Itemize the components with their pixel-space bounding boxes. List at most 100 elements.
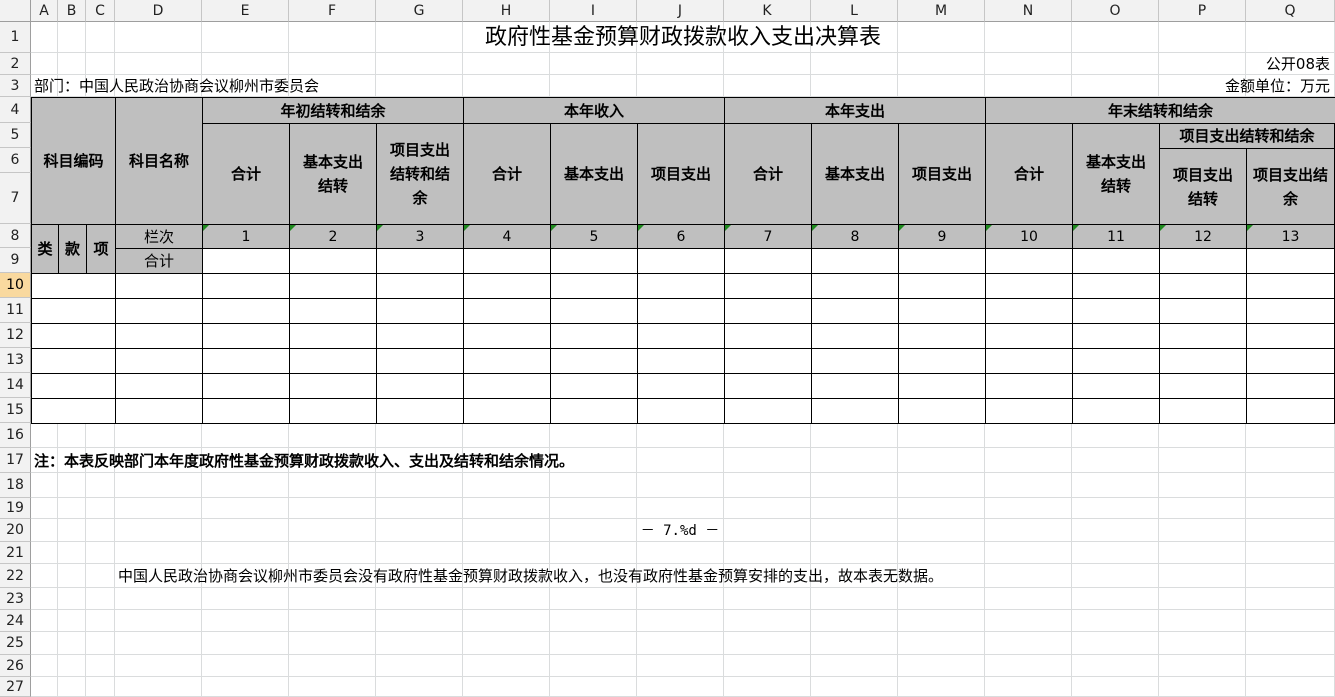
column-header-Q[interactable]: Q [1246, 0, 1335, 22]
column-label-2[interactable]: 基本支出结转 [289, 123, 377, 225]
data-cell[interactable] [1246, 273, 1335, 299]
class-label[interactable]: 类 [31, 224, 59, 274]
data-cell[interactable] [724, 273, 812, 299]
data-cell[interactable] [1159, 323, 1247, 349]
data-cell[interactable] [1072, 348, 1160, 374]
data-cell[interactable] [289, 398, 377, 424]
column-label-8[interactable]: 基本支出 [811, 123, 899, 225]
data-cell[interactable] [1072, 398, 1160, 424]
group-header-1[interactable]: 年初结转和结余 [202, 97, 464, 124]
data-cell-code[interactable] [31, 398, 116, 424]
data-cell[interactable] [811, 273, 899, 299]
row-header-11[interactable]: 11 [0, 298, 31, 323]
column-header-M[interactable]: M [898, 0, 985, 22]
column-label-4[interactable]: 合计 [463, 123, 551, 225]
data-cell[interactable] [637, 398, 725, 424]
column-label-9[interactable]: 项目支出 [898, 123, 986, 225]
data-cell[interactable] [550, 398, 638, 424]
data-cell[interactable] [550, 273, 638, 299]
row-header-23[interactable]: 23 [0, 588, 31, 610]
data-cell[interactable] [115, 373, 203, 399]
data-cell[interactable] [115, 273, 203, 299]
row-header-21[interactable]: 21 [0, 542, 31, 564]
total-cell[interactable] [724, 248, 812, 274]
column-header-O[interactable]: O [1072, 0, 1159, 22]
data-cell[interactable] [202, 323, 290, 349]
group-header-3[interactable]: 本年支出 [724, 97, 986, 124]
row-header-7[interactable]: 7 [0, 173, 31, 224]
data-cell[interactable] [898, 348, 986, 374]
data-cell[interactable] [115, 398, 203, 424]
data-cell[interactable] [289, 373, 377, 399]
spreadsheet[interactable]: ABCDEFGHIJKLMNOPQ 1 2 3 4 5 6 7 8 9 10 11 12 13 14 15 1… [0, 0, 1335, 697]
data-cell[interactable] [1246, 348, 1335, 374]
data-cell[interactable] [1159, 273, 1247, 299]
subject-code-header[interactable]: 科目编码 [31, 97, 116, 225]
data-cell-code[interactable] [31, 298, 116, 324]
data-cell[interactable] [898, 323, 986, 349]
column-number-3[interactable]: 3 [376, 224, 464, 249]
column-label-13[interactable]: 项目支出结余 [1246, 148, 1335, 225]
row-header-6[interactable]: 6 [0, 148, 31, 173]
data-cell[interactable] [376, 273, 464, 299]
total-cell[interactable] [985, 248, 1073, 274]
data-cell-code[interactable] [31, 273, 116, 299]
subject-name-header[interactable]: 科目名称 [115, 97, 203, 225]
column-header-C[interactable]: C [86, 0, 115, 22]
row-header-13[interactable]: 13 [0, 348, 31, 373]
data-cell[interactable] [376, 323, 464, 349]
row-header-27[interactable]: 27 [0, 677, 31, 697]
data-cell-code[interactable] [31, 323, 116, 349]
row-header-25[interactable]: 25 [0, 632, 31, 655]
data-cell[interactable] [724, 323, 812, 349]
data-cell[interactable] [463, 323, 551, 349]
data-cell[interactable] [376, 398, 464, 424]
column-label-12[interactable]: 项目支出结转 [1159, 148, 1247, 225]
data-cell[interactable] [985, 323, 1073, 349]
data-cell[interactable] [289, 273, 377, 299]
row-header-20[interactable]: 20 [0, 519, 31, 542]
group-header-4[interactable]: 年末结转和结余 [985, 97, 1335, 124]
total-cell[interactable] [637, 248, 725, 274]
data-cell[interactable] [637, 373, 725, 399]
data-cell[interactable] [898, 298, 986, 324]
column-number-2[interactable]: 2 [289, 224, 377, 249]
data-cell[interactable] [898, 373, 986, 399]
column-number-1[interactable]: 1 [202, 224, 290, 249]
row-header-4[interactable]: 4 [0, 97, 31, 123]
xiang-label[interactable]: 项 [86, 224, 116, 274]
row-header-26[interactable]: 26 [0, 655, 31, 677]
row-header-9[interactable]: 9 [0, 248, 31, 273]
column-number-13[interactable]: 13 [1246, 224, 1335, 249]
row-header-10[interactable]: 10 [0, 273, 31, 298]
data-cell[interactable] [289, 298, 377, 324]
total-cell[interactable] [898, 248, 986, 274]
note-text[interactable]: 注：本表反映部门本年度政府性基金预算财政拨款收入、支出及结转和结余情况。 [31, 448, 931, 473]
data-cell[interactable] [811, 398, 899, 424]
column-number-8[interactable]: 8 [811, 224, 899, 249]
data-cell[interactable] [1246, 298, 1335, 324]
row-header-22[interactable]: 22 [0, 564, 31, 588]
data-cell[interactable] [463, 273, 551, 299]
data-cell[interactable] [724, 348, 812, 374]
data-cell[interactable] [1159, 298, 1247, 324]
data-cell[interactable] [376, 373, 464, 399]
data-cell[interactable] [811, 298, 899, 324]
data-cell[interactable] [724, 398, 812, 424]
data-cell[interactable] [289, 323, 377, 349]
column-header-N[interactable]: N [985, 0, 1072, 22]
no-data-statement[interactable]: 中国人民政治协商会议柳州市委员会没有政府性基金预算财政拨款收入，也没有政府性基金… [115, 564, 1215, 588]
column-number-6[interactable]: 6 [637, 224, 725, 249]
column-header-G[interactable]: G [376, 0, 463, 22]
row-header-15[interactable]: 15 [0, 398, 31, 423]
data-cell[interactable] [724, 298, 812, 324]
column-number-11[interactable]: 11 [1072, 224, 1160, 249]
column-header-F[interactable]: F [289, 0, 376, 22]
column-header-E[interactable]: E [202, 0, 289, 22]
row-header-17[interactable]: 17 [0, 448, 31, 473]
data-cell[interactable] [463, 298, 551, 324]
column-header-I[interactable]: I [550, 0, 637, 22]
data-cell[interactable] [1246, 373, 1335, 399]
data-cell[interactable] [1246, 398, 1335, 424]
data-cell[interactable] [1159, 398, 1247, 424]
